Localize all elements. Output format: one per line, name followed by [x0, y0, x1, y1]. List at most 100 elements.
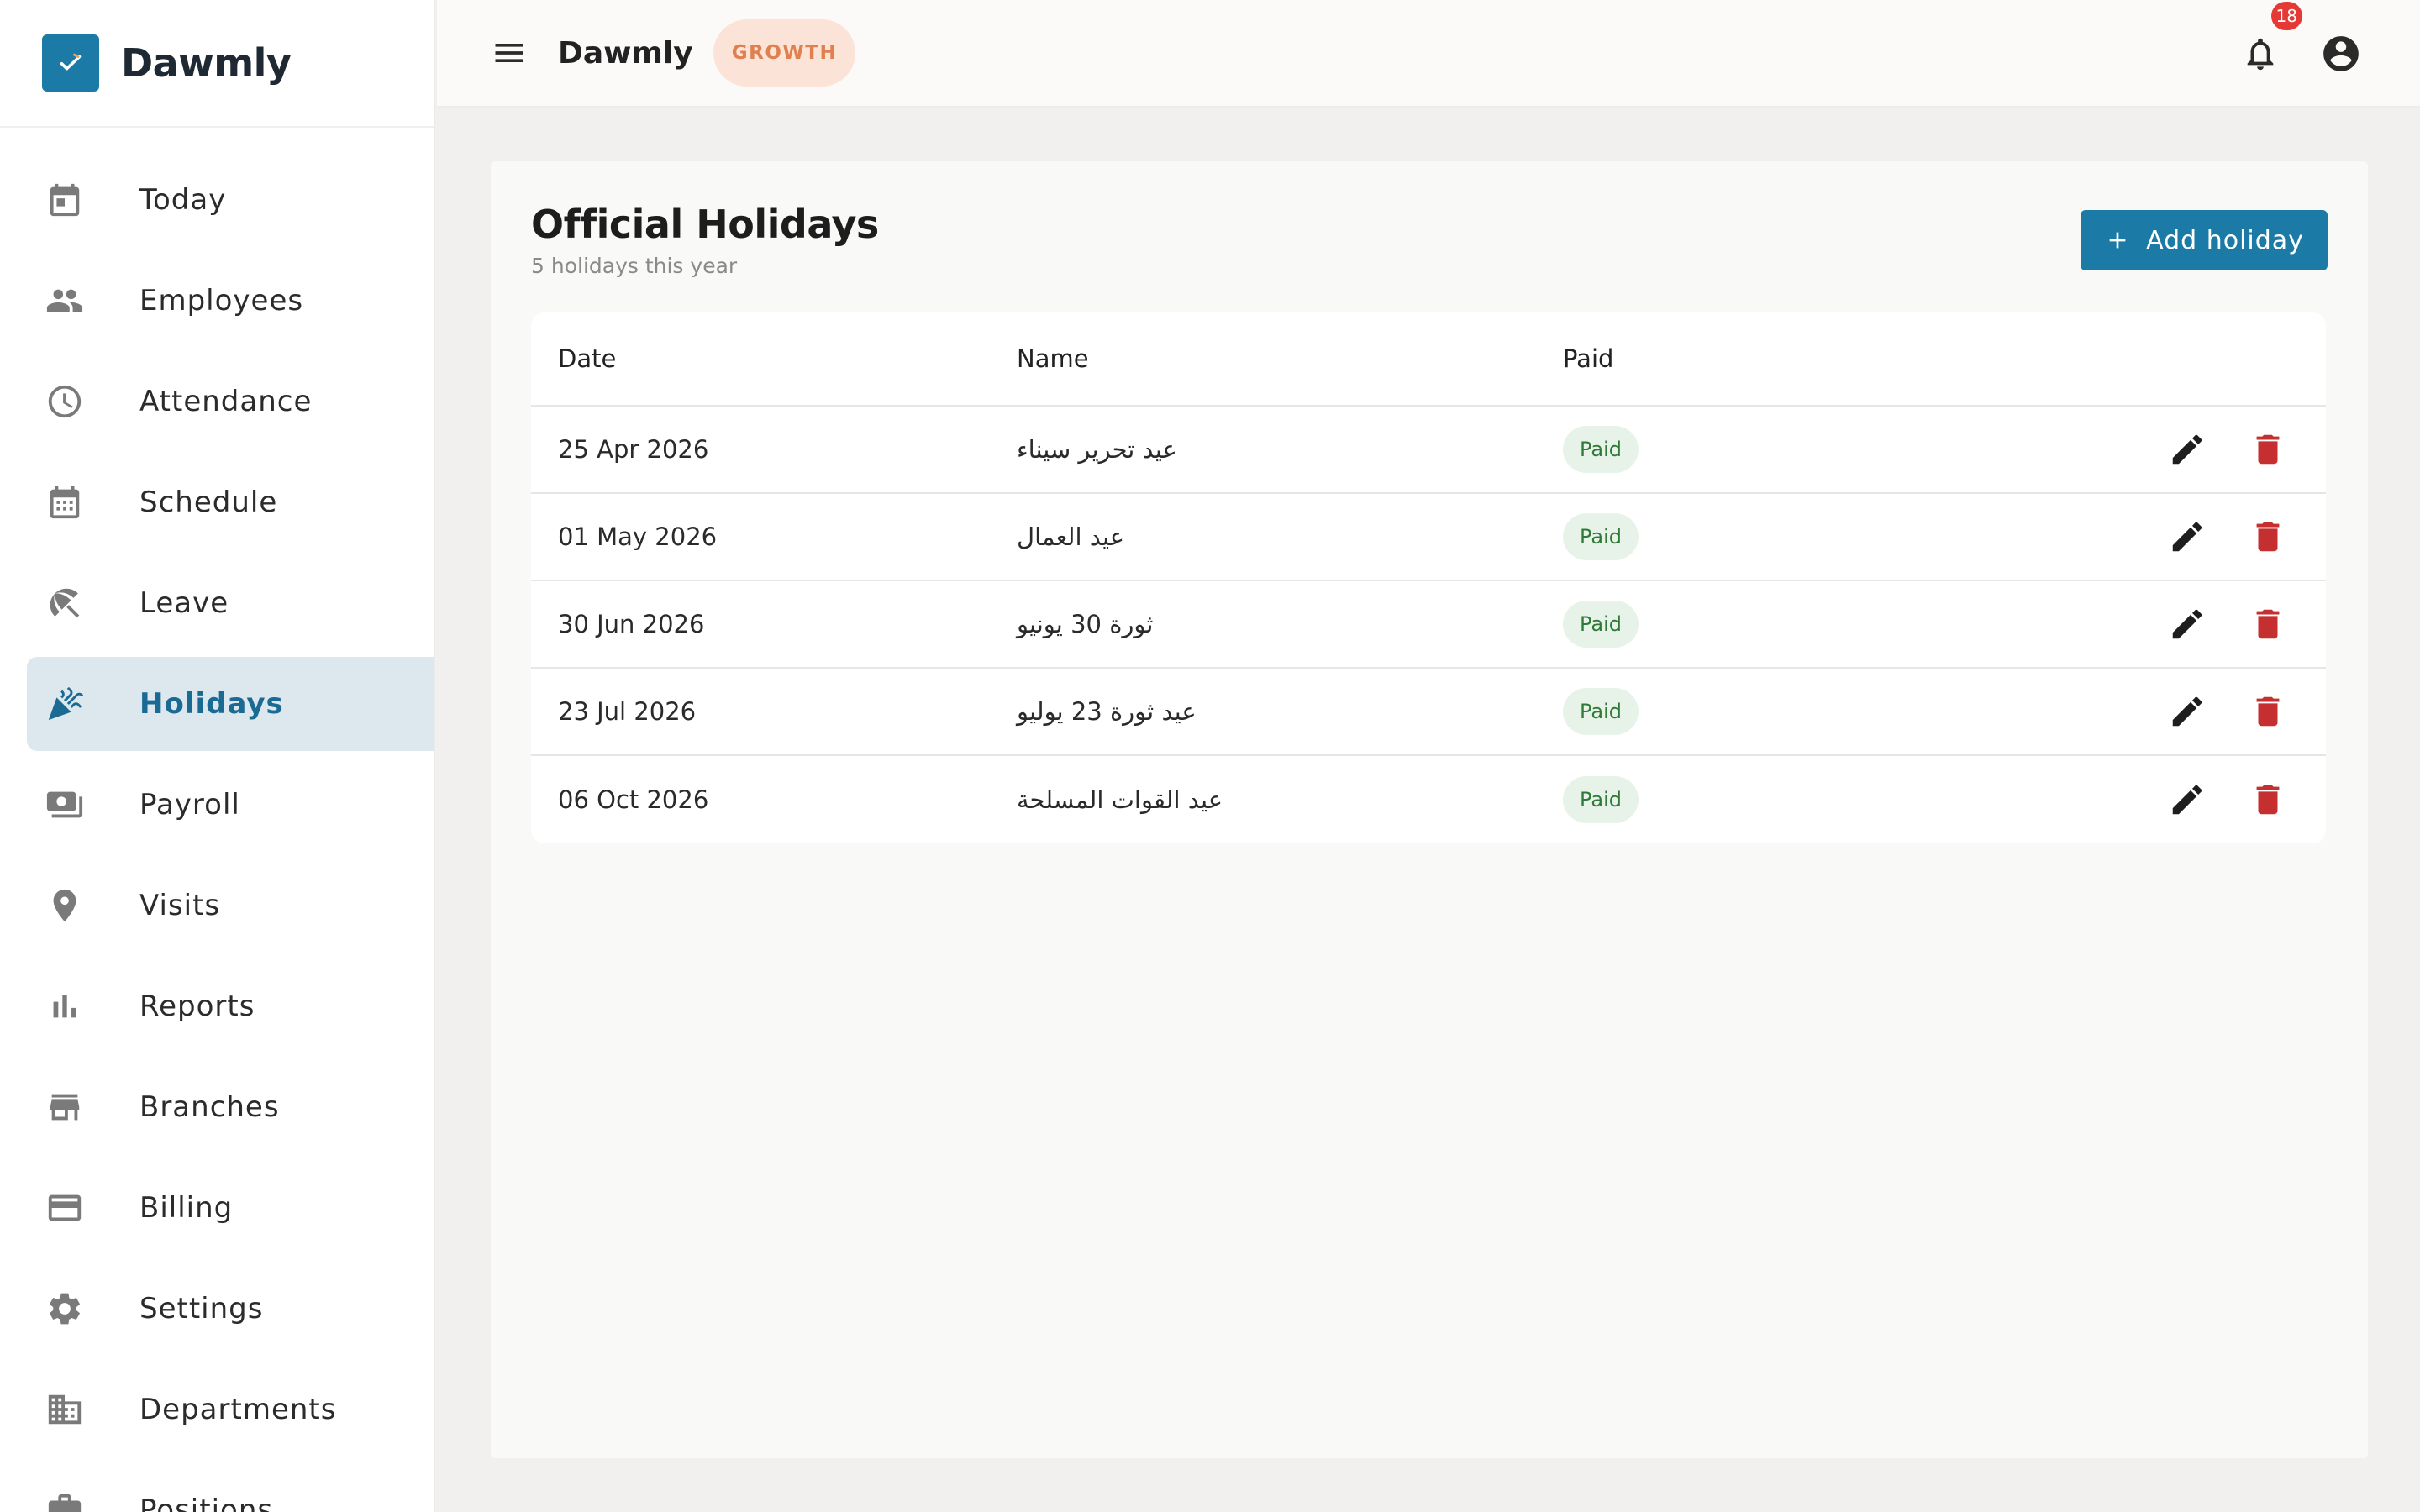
sidebar-item-label: Holidays	[139, 687, 284, 721]
beach-umbrella-icon	[18, 584, 111, 622]
sidebar-item-label: Settings	[139, 1292, 264, 1326]
holiday-name: عيد ثورة 23 يوليو	[1017, 697, 1197, 726]
celebration-icon	[18, 685, 111, 723]
pencil-icon	[2172, 785, 2202, 815]
menu-toggle-button[interactable]	[484, 28, 534, 78]
account-circle-icon	[2323, 36, 2359, 71]
holiday-name: عيد القوات المسلحة	[1017, 785, 1223, 814]
column-header-name: Name	[1017, 344, 1089, 373]
sidebar-item-reports[interactable]: Reports	[27, 959, 434, 1053]
building-icon	[18, 1390, 111, 1429]
sidebar-item-positions[interactable]: Positions	[27, 1463, 434, 1512]
plan-badge: GROWTH	[713, 19, 856, 87]
edit-button[interactable]	[2163, 425, 2212, 474]
bell-icon	[2247, 38, 2274, 71]
sidebar-item-leave[interactable]: Leave	[27, 556, 434, 650]
sidebar-item-label: Positions	[139, 1494, 274, 1512]
delete-button[interactable]	[2244, 775, 2292, 824]
paid-status-badge: Paid	[1563, 426, 1639, 473]
sidebar-item-departments[interactable]: Departments	[27, 1362, 434, 1457]
brand[interactable]: Dawmly	[0, 0, 434, 128]
sidebar: Dawmly Today Employees Attendance Schedu…	[0, 0, 435, 1512]
pencil-icon	[2172, 696, 2202, 727]
top-bar: Dawmly GROWTH 18	[437, 0, 2420, 108]
page-title: Official Holidays	[531, 202, 879, 247]
sidebar-item-billing[interactable]: Billing	[27, 1161, 434, 1255]
account-button[interactable]	[2317, 30, 2365, 77]
sidebar-item-label: Reports	[139, 990, 255, 1023]
sidebar-item-payroll[interactable]: Payroll	[27, 758, 434, 852]
sidebar-item-employees[interactable]: Employees	[27, 254, 434, 348]
sidebar-item-schedule[interactable]: Schedule	[27, 455, 434, 549]
sidebar-item-label: Today	[139, 183, 227, 217]
edit-button[interactable]	[2163, 687, 2212, 736]
plus-icon	[2109, 232, 2126, 249]
delete-button[interactable]	[2244, 687, 2292, 736]
row-actions	[2163, 407, 2292, 492]
sidebar-item-branches[interactable]: Branches	[27, 1060, 434, 1154]
holiday-date: 30 Jun 2026	[558, 610, 705, 638]
edit-button[interactable]	[2163, 775, 2212, 824]
sidebar-item-label: Departments	[139, 1393, 337, 1426]
brand-name: Dawmly	[121, 40, 292, 86]
holiday-date: 25 Apr 2026	[558, 435, 709, 464]
sidebar-item-holidays[interactable]: Holidays	[27, 657, 434, 751]
column-header-paid: Paid	[1563, 344, 1614, 373]
sidebar-item-today[interactable]: Today	[27, 153, 434, 247]
sidebar-item-visits[interactable]: Visits	[27, 858, 434, 953]
page-subtitle: 5 holidays this year	[531, 254, 738, 278]
table-row: 06 Oct 2026 عيد القوات المسلحة Paid	[531, 756, 2326, 843]
edit-button[interactable]	[2163, 600, 2212, 648]
trash-icon	[2256, 609, 2280, 639]
delete-button[interactable]	[2244, 600, 2292, 648]
notifications-button[interactable]: 18	[2237, 2, 2302, 77]
row-actions	[2163, 494, 2292, 580]
bar-chart-icon	[18, 987, 111, 1026]
holiday-date: 01 May 2026	[558, 522, 718, 551]
holidays-panel: Official Holidays 5 holidays this year A…	[491, 161, 2368, 1458]
credit-card-icon	[18, 1189, 111, 1227]
sidebar-nav: Today Employees Attendance Schedule Leav…	[0, 128, 434, 1512]
delete-button[interactable]	[2244, 425, 2292, 474]
trash-icon	[2256, 785, 2280, 815]
table-row: 01 May 2026 عيد العمال Paid	[531, 494, 2326, 581]
add-holiday-label: Add holiday	[2146, 225, 2304, 255]
trash-icon	[2256, 522, 2280, 552]
sidebar-item-label: Payroll	[139, 788, 240, 822]
holiday-name: عيد تحرير سيناء	[1017, 435, 1177, 464]
holidays-table: Date Name Paid 25 Apr 2026 عيد تحرير سين…	[531, 312, 2326, 843]
table-row: 23 Jul 2026 عيد ثورة 23 يوليو Paid	[531, 669, 2326, 756]
sidebar-item-label: Employees	[139, 284, 304, 318]
holiday-name: عيد العمال	[1017, 522, 1125, 551]
holiday-date: 06 Oct 2026	[558, 785, 709, 814]
store-icon	[18, 1088, 111, 1126]
add-holiday-button[interactable]: Add holiday	[2081, 210, 2328, 270]
clock-icon	[18, 382, 111, 421]
pencil-icon	[2172, 522, 2202, 552]
paid-status-badge: Paid	[1563, 688, 1639, 735]
sidebar-item-label: Attendance	[139, 385, 313, 418]
column-header-date: Date	[558, 344, 617, 373]
edit-button[interactable]	[2163, 512, 2212, 561]
hamburger-menu-icon	[495, 44, 523, 62]
row-actions	[2163, 756, 2292, 843]
delete-button[interactable]	[2244, 512, 2292, 561]
trash-icon	[2256, 696, 2280, 727]
table-row: 30 Jun 2026 ثورة 30 يونيو Paid	[531, 581, 2326, 669]
row-actions	[2163, 581, 2292, 667]
calendar-month-icon	[18, 483, 111, 522]
pencil-icon	[2172, 434, 2202, 465]
paid-status-badge: Paid	[1563, 601, 1639, 648]
brand-logo-icon	[42, 34, 99, 92]
sidebar-item-settings[interactable]: Settings	[27, 1262, 434, 1356]
row-actions	[2163, 669, 2292, 754]
briefcase-icon	[18, 1491, 111, 1512]
sidebar-item-label: Visits	[139, 889, 221, 922]
paid-status-badge: Paid	[1563, 776, 1639, 823]
sidebar-item-attendance[interactable]: Attendance	[27, 354, 434, 449]
table-header: Date Name Paid	[531, 312, 2326, 407]
people-icon	[18, 281, 111, 320]
top-bar-actions: 18	[2237, 0, 2365, 108]
sidebar-item-label: Branches	[139, 1090, 280, 1124]
top-bar-title: Dawmly	[558, 35, 693, 71]
